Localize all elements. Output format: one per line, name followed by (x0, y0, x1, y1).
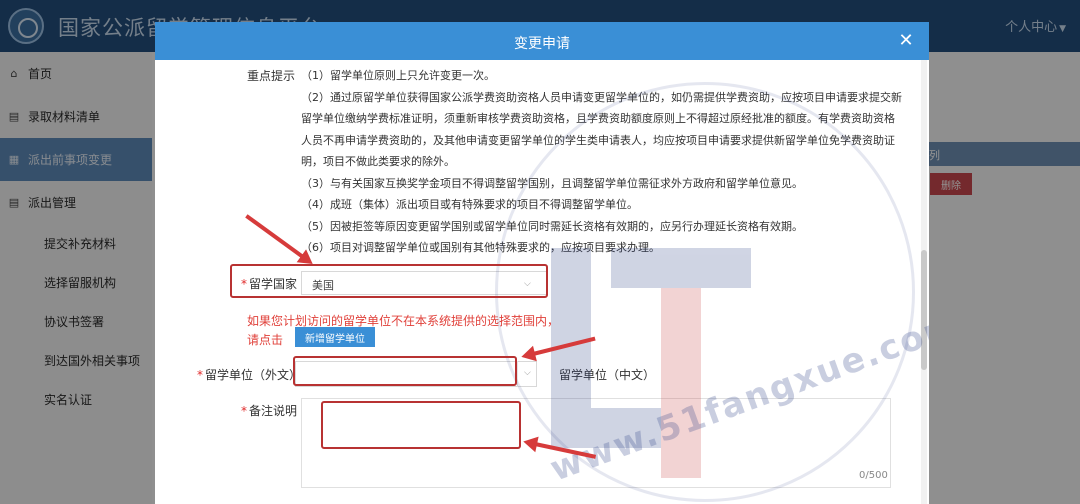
unit-foreign-label: * 留学单位（外文） (197, 366, 301, 383)
annotation-box-note (321, 401, 521, 449)
modal-title: 变更申请 (514, 36, 570, 52)
change-request-modal: 变更申请 ✕ 重点提示 （1）留学单位原则上只允许变更一次。 （2）通过原留学单… (155, 22, 929, 504)
note-char-counter: 0/500 (859, 470, 888, 481)
annotation-box-country (230, 264, 548, 298)
notice-line: （2）通过原留学单位获得国家公派学费资助资格人员申请变更留学单位的，如仍需提供学… (301, 90, 902, 104)
annotation-box-unit (293, 356, 517, 386)
note-label-text: 备注说明 (249, 404, 298, 418)
notice-label: 重点提示 (247, 69, 296, 83)
modal-header: 变更申请 ✕ (155, 22, 929, 60)
required-mark: * (241, 404, 247, 418)
modal-scrollbar[interactable] (921, 60, 927, 504)
required-mark: * (197, 368, 203, 382)
close-icon[interactable]: ✕ (895, 30, 917, 52)
unit-hint-click: 请点击 (247, 333, 284, 347)
note-label: * 备注说明 (241, 402, 297, 419)
add-unit-button[interactable]: 新增留学单位 (295, 327, 375, 347)
unit-foreign-label-text: 留学单位（外文） (205, 368, 302, 382)
annotation-arrow-country (245, 214, 305, 259)
notice-line: （1）留学单位原则上只允许变更一次。 (301, 69, 495, 82)
